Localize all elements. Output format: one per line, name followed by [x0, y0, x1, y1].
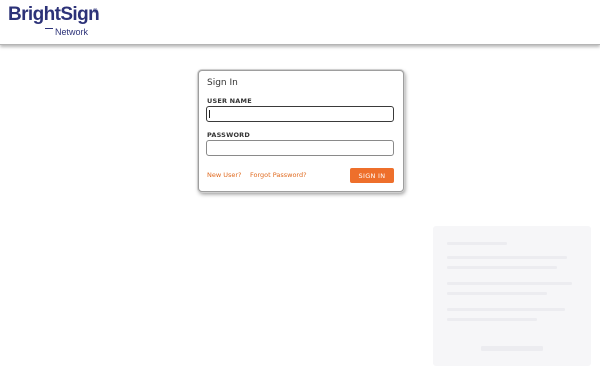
- password-label: PASSWORD: [207, 131, 250, 139]
- faded-info-panel: [433, 226, 591, 366]
- logo-rule: [45, 28, 53, 29]
- sign-in-panel: Sign In USER NAME PASSWORD New User? For…: [198, 70, 404, 192]
- logo-product-text: Network: [55, 27, 89, 37]
- brightsign-network-logo[interactable]: BrightSign ® Network: [8, 5, 100, 39]
- faded-line: [447, 282, 572, 285]
- faded-line: [447, 308, 565, 311]
- faded-line: [447, 256, 567, 259]
- faded-line: [481, 346, 543, 351]
- logo-registered-mark: ®: [93, 9, 98, 15]
- username-label: USER NAME: [207, 97, 252, 105]
- top-header: BrightSign ® Network: [0, 0, 600, 45]
- sign-in-title: Sign In: [207, 78, 238, 88]
- text-cursor: [209, 110, 210, 118]
- faded-line: [447, 292, 547, 295]
- forgot-password-link[interactable]: Forgot Password?: [250, 171, 307, 179]
- sign-in-button[interactable]: SIGN IN: [350, 168, 394, 183]
- faded-line: [447, 242, 507, 245]
- username-input[interactable]: [206, 106, 394, 122]
- faded-line: [447, 266, 557, 269]
- password-input[interactable]: [206, 140, 394, 156]
- logo-brand-text: BrightSign: [8, 4, 100, 25]
- faded-line: [447, 318, 537, 321]
- new-user-link[interactable]: New User?: [207, 171, 242, 179]
